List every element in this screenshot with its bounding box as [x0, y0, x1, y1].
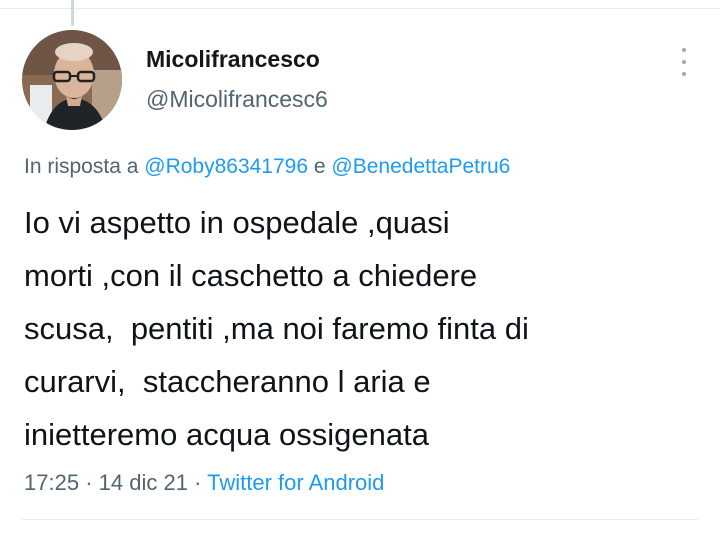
display-name[interactable]: Micolifrancesco — [146, 46, 320, 73]
tweet-meta: 17:25 · 14 dic 21 · Twitter for Android — [24, 470, 384, 496]
thread-connector-line — [71, 0, 74, 26]
user-handle[interactable]: @Micolifrancesc6 — [146, 86, 328, 113]
reply-conjunction: e — [313, 155, 326, 178]
tweet-text-line: morti ,con il caschetto a chiedere — [24, 258, 478, 293]
profile-photo — [22, 30, 122, 130]
mention-link[interactable]: @BenedettaPetru6 — [331, 155, 510, 178]
reply-context: In risposta a @Roby86341796 e @Benedetta… — [24, 155, 510, 179]
more-vertical-icon[interactable] — [672, 48, 696, 76]
more-dot — [682, 72, 686, 76]
avatar[interactable] — [22, 30, 122, 130]
meta-separator: · — [194, 470, 202, 495]
tweet-text-line: curarvi, staccheranno l aria e — [24, 364, 431, 399]
tweet-date[interactable]: 14 dic 21 — [99, 470, 188, 495]
tweet-text-line: Io vi aspetto in ospedale ,quasi — [24, 205, 450, 240]
tweet-text-line: inietteremo acqua ossigenata — [24, 417, 429, 452]
meta-separator: · — [85, 470, 93, 495]
tweet-text-line: scusa, pentiti ,ma noi faremo finta di — [24, 311, 529, 346]
tweet-time[interactable]: 17:25 — [24, 470, 79, 495]
reply-prefix: In risposta a — [24, 155, 139, 178]
mention-link[interactable]: @Roby86341796 — [144, 155, 308, 178]
bottom-divider — [22, 519, 698, 520]
top-divider — [0, 8, 720, 9]
more-dot — [682, 60, 686, 64]
tweet-text: Io vi aspetto in ospedale ,quasi morti ,… — [24, 196, 704, 461]
tweet-source-link[interactable]: Twitter for Android — [207, 470, 384, 495]
more-dot — [682, 48, 686, 52]
